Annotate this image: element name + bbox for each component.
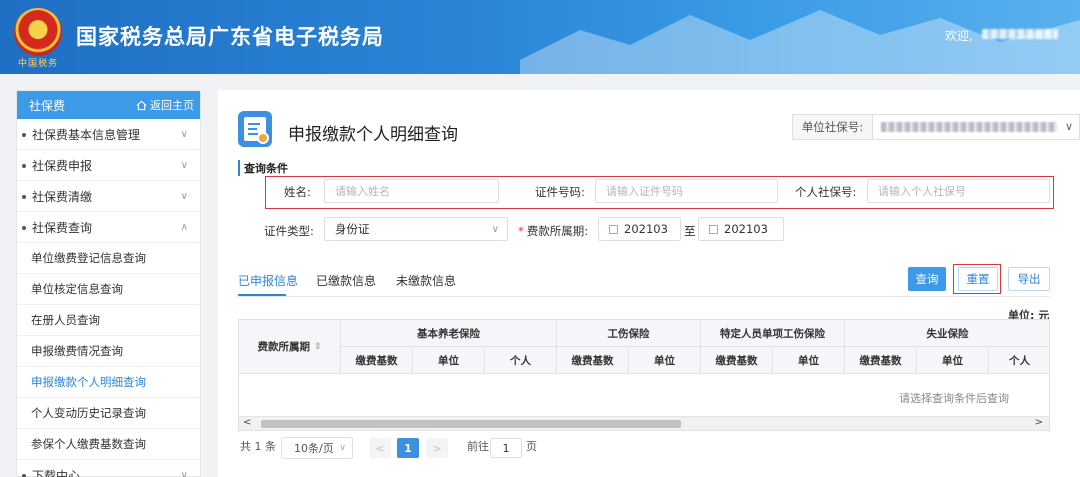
goto-page-input[interactable]: 1 xyxy=(490,438,522,458)
tabs-divider xyxy=(238,296,1050,297)
username-redacted[interactable] xyxy=(982,29,1058,39)
sidebar-subitem-payment-status[interactable]: 申报缴费情况查询 xyxy=(17,336,200,367)
chevron-down-icon: ∨ xyxy=(1064,120,1073,133)
query-button[interactable]: 查询 xyxy=(908,267,946,291)
column-header: 单位 xyxy=(773,347,845,374)
period-separator: 至 xyxy=(684,224,696,238)
page-title: 申报缴款个人明细查询 xyxy=(288,125,458,145)
sort-icon: ⇕ xyxy=(313,341,322,352)
sidebar-item-download-center[interactable]: 下载中心 ∨ xyxy=(17,460,200,477)
section-query-conditions: 查询条件 xyxy=(238,160,288,176)
column-header: 缴费基数 xyxy=(845,347,917,374)
next-page-button[interactable]: > xyxy=(426,438,448,458)
current-page-button[interactable]: 1 xyxy=(397,438,419,458)
active-tab-indicator xyxy=(238,294,286,296)
tax-emblem-logo: ★ xyxy=(14,8,62,56)
horizontal-scrollbar[interactable]: < > xyxy=(239,416,1049,430)
sidebar-subitem-registered-staff[interactable]: 在册人员查询 xyxy=(17,305,200,336)
sidebar-subitem-unit-assessment[interactable]: 单位核定信息查询 xyxy=(17,274,200,305)
group-header-unemployment: 失业保险 xyxy=(845,320,1049,347)
sidebar: 社保费 返回主页 社保费基本信息管理 ∨ 社保费申报 ∨ 社保费清缴 ∨ 社保费查询 ∧… xyxy=(16,90,201,477)
chevron-down-icon: ∨ xyxy=(339,443,346,453)
column-header: 缴费基数 xyxy=(701,347,773,374)
emblem-caption: 中国税务 xyxy=(18,59,59,69)
calendar-icon xyxy=(709,224,718,234)
scroll-left-icon[interactable]: < xyxy=(243,417,251,428)
tab-unpaid[interactable]: 未缴款信息 xyxy=(396,272,456,289)
highlight-box xyxy=(953,264,1001,294)
period-label: * 费款所属期: xyxy=(518,224,589,238)
home-icon xyxy=(136,100,147,110)
sidebar-subitem-change-history[interactable]: 个人变动历史记录查询 xyxy=(17,398,200,429)
goto-label: 前往 xyxy=(467,440,489,453)
column-header: 个人 xyxy=(485,347,557,374)
group-header-special-injury: 特定人员单项工伤保险 xyxy=(701,320,845,347)
sidebar-item-declare[interactable]: 社保费申报 ∨ xyxy=(17,150,200,181)
id-type-label: 证件类型: xyxy=(264,224,314,238)
sidebar-subitem-unit-registration[interactable]: 单位缴费登记信息查询 xyxy=(17,243,200,274)
detail-table: 费款所属期 ⇕ 基本养老保险 工伤保险 特定人员单项工伤保险 失业保险 缴费基数 … xyxy=(238,319,1050,431)
group-header-injury: 工伤保险 xyxy=(557,320,701,347)
sidebar-item-settle[interactable]: 社保费清缴 ∨ xyxy=(17,181,200,212)
empty-table-message: 请选择查询条件后查询 xyxy=(899,392,1009,405)
chevron-down-icon: ∨ xyxy=(180,128,188,140)
home-link[interactable]: 返回主页 xyxy=(136,97,194,113)
app-header: ★ 中国税务 国家税务总局广东省电子税务局 欢迎, xyxy=(0,0,1080,74)
main-panel: 申报缴款个人明细查询 单位社保号: ∨ 查询条件 姓名: 请输入姓名 证件号码:… xyxy=(218,90,1080,477)
unit-social-security-select[interactable]: 单位社保号: ∨ xyxy=(792,114,1080,140)
unit-number-redacted xyxy=(881,122,1057,132)
unit-social-security-label: 单位社保号: xyxy=(793,115,873,139)
column-header: 单位 xyxy=(413,347,485,374)
column-header: 缴费基数 xyxy=(557,347,629,374)
highlight-box xyxy=(265,176,1054,209)
column-header: 缴费基数 xyxy=(341,347,413,374)
calendar-icon xyxy=(609,224,618,234)
chevron-down-icon: ∨ xyxy=(491,223,499,235)
scrollbar-thumb[interactable] xyxy=(261,420,681,428)
form-icon xyxy=(238,111,272,147)
chevron-down-icon: ∨ xyxy=(180,469,188,477)
column-header-period[interactable]: 费款所属期 ⇕ xyxy=(239,320,341,374)
sidebar-title: 社保费 xyxy=(29,98,66,113)
chevron-down-icon: ∨ xyxy=(180,190,188,202)
tab-paid[interactable]: 已缴款信息 xyxy=(316,272,376,289)
sidebar-item-basic-info[interactable]: 社保费基本信息管理 ∨ xyxy=(17,119,200,150)
site-title: 国家税务总局广东省电子税务局 xyxy=(76,25,384,49)
welcome-text: 欢迎, xyxy=(945,29,973,43)
tab-declared[interactable]: 已申报信息 xyxy=(238,272,298,289)
period-from-picker[interactable]: 202103 xyxy=(598,217,681,241)
column-header: 个人 xyxy=(989,347,1049,374)
scroll-right-icon[interactable]: > xyxy=(1035,417,1043,428)
sidebar-item-query[interactable]: 社保费查询 ∧ xyxy=(17,212,200,243)
result-tabs: 已申报信息 已缴款信息 未缴款信息 xyxy=(238,272,828,298)
group-header-pension: 基本养老保险 xyxy=(341,320,557,347)
column-header: 单位 xyxy=(629,347,701,374)
column-header: 单位 xyxy=(917,347,989,374)
prev-page-button[interactable]: < xyxy=(369,438,391,458)
page-suffix: 页 xyxy=(526,440,537,453)
total-count: 共 1 条 xyxy=(240,440,276,453)
sidebar-subitem-contribution-base[interactable]: 参保个人缴费基数查询 xyxy=(17,429,200,460)
sidebar-header: 社保费 返回主页 xyxy=(17,91,200,119)
sidebar-subitem-personal-detail[interactable]: 申报缴款个人明细查询 xyxy=(17,367,200,398)
id-type-select[interactable]: 身份证 ∨ xyxy=(324,217,508,241)
page-size-select[interactable]: 10条/页 ∨ xyxy=(281,437,353,459)
chevron-up-icon: ∧ xyxy=(180,221,188,233)
period-to-picker[interactable]: 202103 xyxy=(698,217,784,241)
chevron-down-icon: ∨ xyxy=(180,159,188,171)
export-button[interactable]: 导出 xyxy=(1008,267,1050,291)
